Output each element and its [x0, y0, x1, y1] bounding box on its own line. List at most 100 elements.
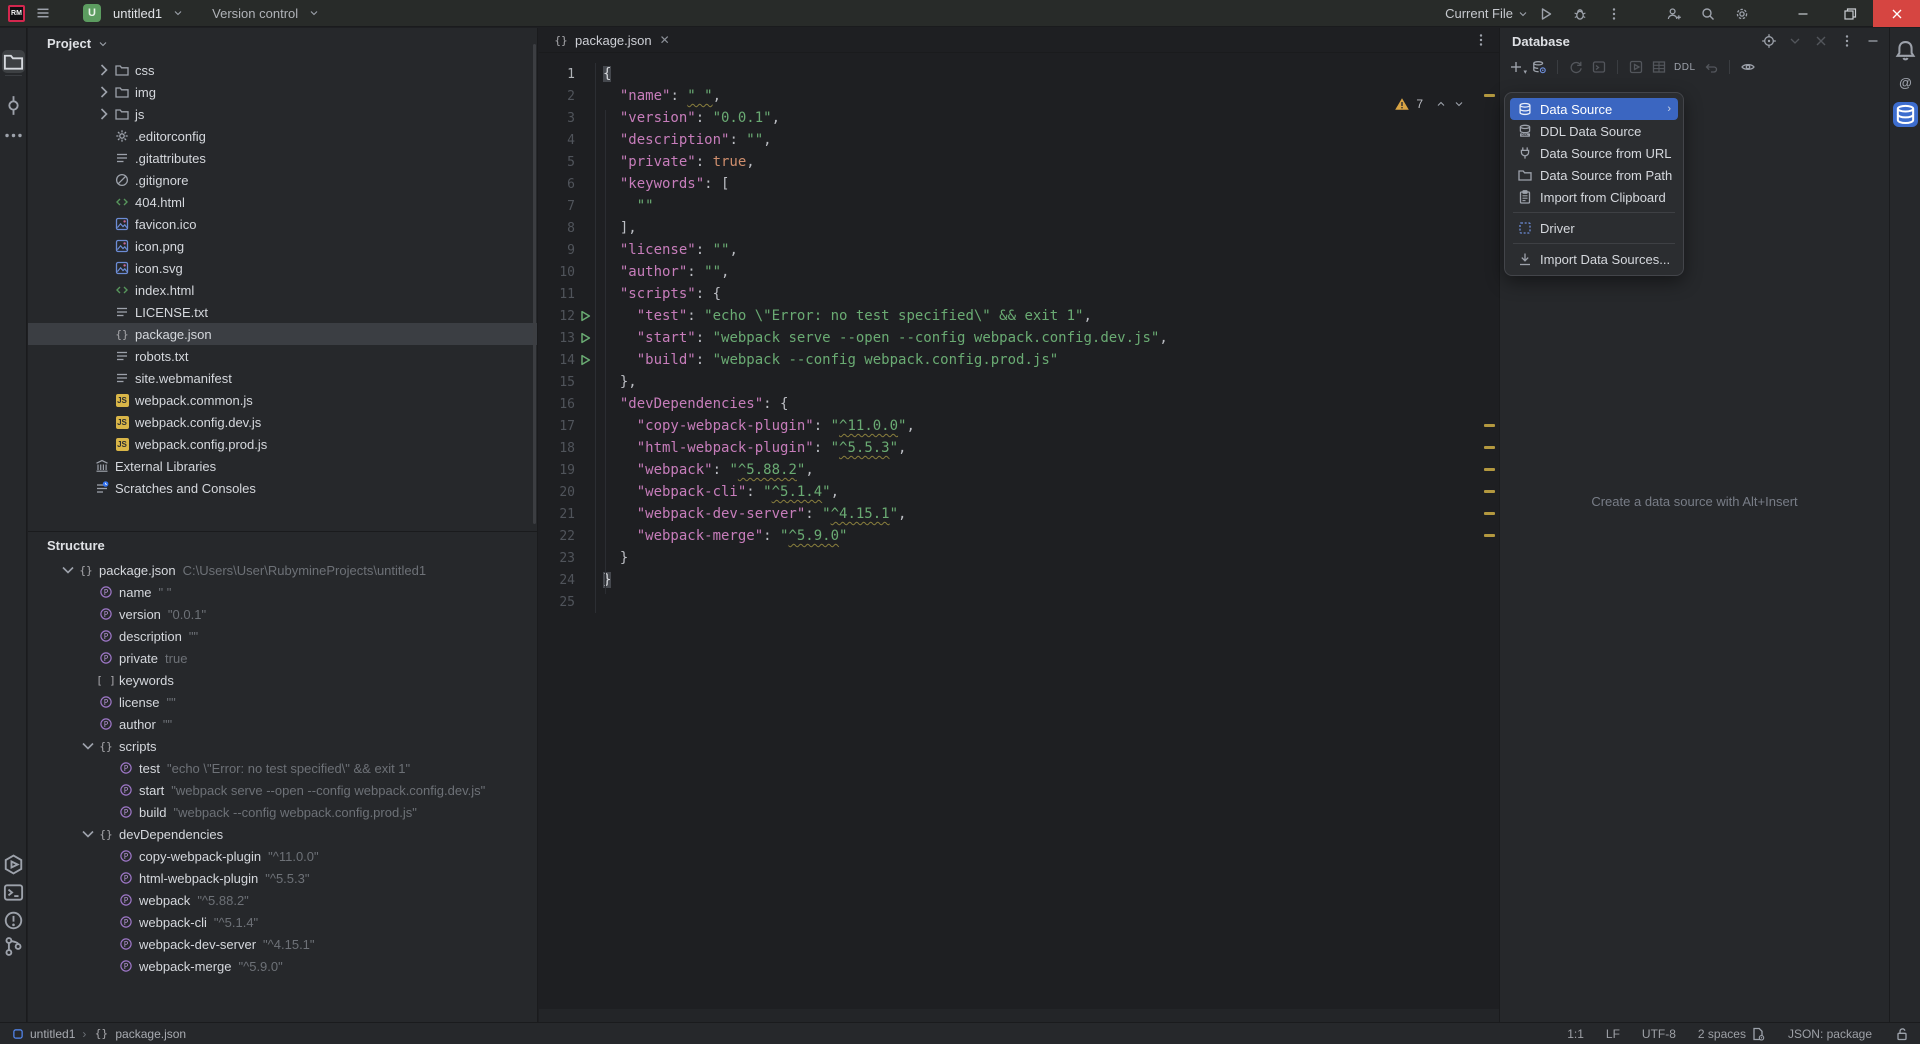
code-line-13[interactable]: 13 "start": "webpack serve --open --conf…: [539, 327, 1499, 349]
status-write-access[interactable]: [1894, 1026, 1910, 1042]
project-toolwindow-button[interactable]: [2, 50, 25, 73]
structure-item-devdependencies[interactable]: {} devDependencies: [28, 823, 537, 845]
code-line-9[interactable]: 9 "license": "",: [539, 239, 1499, 261]
warning-stripe-mark[interactable]: [1484, 534, 1495, 537]
structure-item-webpack-dev-server[interactable]: P webpack-dev-server "^4.15.1": [28, 933, 537, 955]
view-options-button[interactable]: [1740, 59, 1756, 75]
code-line-14[interactable]: 14 "build": "webpack --config webpack.co…: [539, 349, 1499, 371]
menu-item-driver[interactable]: Driver: [1510, 217, 1678, 239]
project-item-icon-png[interactable]: icon.png: [28, 235, 537, 257]
code-line-16[interactable]: 16 "devDependencies": {: [539, 393, 1499, 415]
tab-package-json[interactable]: {} package.json ✕: [539, 28, 680, 53]
status-indent[interactable]: 2 spaces: [1698, 1026, 1766, 1042]
structure-item-keywords[interactable]: [ ] keywords: [28, 669, 537, 691]
revert-button[interactable]: [1703, 59, 1719, 75]
code-line-12[interactable]: 12 "test": "echo \"Error: no test specif…: [539, 305, 1499, 327]
services-toolwindow-button[interactable]: [2, 853, 25, 876]
code-line-22[interactable]: 22 "webpack-merge": "^5.9.0": [539, 525, 1499, 547]
menu-item-data-source-from-url[interactable]: Data Source from URL: [1510, 142, 1678, 164]
menu-item-import-data-sources[interactable]: Import Data Sources...: [1510, 248, 1678, 270]
close-tab-icon[interactable]: ✕: [660, 33, 670, 47]
code-line-1[interactable]: 1 {: [539, 63, 1499, 85]
status-line-separator[interactable]: LF: [1606, 1027, 1620, 1041]
more-toolwindows-button[interactable]: [2, 124, 25, 147]
prev-problem-icon[interactable]: [1435, 98, 1447, 110]
next-problem-icon[interactable]: [1453, 98, 1465, 110]
warning-stripe-mark[interactable]: [1484, 490, 1495, 493]
view-data-button[interactable]: [1651, 59, 1667, 75]
code-line-5[interactable]: 5 "private": true,: [539, 151, 1499, 173]
code-line-21[interactable]: 21 "webpack-dev-server": "^4.15.1",: [539, 503, 1499, 525]
project-item-gitattributes[interactable]: .gitattributes: [28, 147, 537, 169]
menu-item-ddl-data-source[interactable]: DDLDDL Data Source: [1510, 120, 1678, 142]
collapse-button[interactable]: [1813, 33, 1829, 49]
breadcrumb-file[interactable]: {} package.json: [93, 1026, 186, 1042]
code-line-15[interactable]: 15 },: [539, 371, 1499, 393]
structure-item-webpack[interactable]: P webpack "^5.88.2": [28, 889, 537, 911]
project-item-webpack-config-dev-js[interactable]: JS webpack.config.dev.js: [28, 411, 537, 433]
ddl-button[interactable]: DDL: [1674, 62, 1696, 73]
terminal-toolwindow-button[interactable]: [2, 881, 25, 904]
project-item-css[interactable]: css: [28, 59, 537, 81]
new-button[interactable]: ▾: [1508, 59, 1524, 75]
code-line-24[interactable]: 24 }: [539, 569, 1499, 591]
main-menu-icon[interactable]: [35, 5, 51, 21]
hide-button[interactable]: [1865, 33, 1881, 49]
menu-item-data-source[interactable]: Data Source›: [1510, 98, 1678, 120]
project-item-package-json[interactable]: {} package.json: [28, 323, 537, 345]
structure-item-package-json[interactable]: {} package.json C:\Users\User\RubyminePr…: [28, 559, 537, 581]
project-item-license-txt[interactable]: LICENSE.txt: [28, 301, 537, 323]
status-encoding[interactable]: UTF-8: [1642, 1027, 1676, 1041]
structure-item-private[interactable]: P private true: [28, 647, 537, 669]
locate-button[interactable]: [1761, 33, 1777, 49]
expand-button[interactable]: [1787, 33, 1803, 49]
code-line-25[interactable]: 25: [539, 591, 1499, 613]
code-with-me-icon[interactable]: [1666, 6, 1682, 22]
structure-item-license[interactable]: P license "": [28, 691, 537, 713]
project-item-site-webmanifest[interactable]: site.webmanifest: [28, 367, 537, 389]
project-item-robots-txt[interactable]: robots.txt: [28, 345, 537, 367]
structure-item-scripts[interactable]: {} scripts: [28, 735, 537, 757]
structure-item-test[interactable]: P test "echo \"Error: no test specified\…: [28, 757, 537, 779]
code-line-10[interactable]: 10 "author": "",: [539, 261, 1499, 283]
project-item-webpack-common-js[interactable]: JS webpack.common.js: [28, 389, 537, 411]
structure-item-author[interactable]: P author "": [28, 713, 537, 735]
code-line-3[interactable]: 3 "version": "0.0.1",: [539, 107, 1499, 129]
warning-stripe-mark[interactable]: [1484, 468, 1495, 471]
run-sql-button[interactable]: [1628, 59, 1644, 75]
code-line-4[interactable]: 4 "description": "",: [539, 129, 1499, 151]
debug-button[interactable]: [1572, 6, 1588, 22]
warning-stripe-mark[interactable]: [1484, 446, 1495, 449]
structure-item-copy-webpack-plugin[interactable]: P copy-webpack-plugin "^11.0.0": [28, 845, 537, 867]
project-scrollbar[interactable]: [533, 44, 536, 524]
jump-to-console-button[interactable]: [1591, 59, 1607, 75]
structure-item-webpack-cli[interactable]: P webpack-cli "^5.1.4": [28, 911, 537, 933]
breadcrumb-project[interactable]: untitled1: [12, 1027, 75, 1041]
structure-item-version[interactable]: P version "0.0.1": [28, 603, 537, 625]
project-panel-header[interactable]: Project: [28, 28, 537, 59]
notifications-button[interactable]: [1893, 38, 1918, 63]
project-item-gitignore[interactable]: .gitignore: [28, 169, 537, 191]
code-line-7[interactable]: 7 "": [539, 195, 1499, 217]
options-button[interactable]: [1839, 33, 1855, 49]
code-line-6[interactable]: 6 "keywords": [: [539, 173, 1499, 195]
settings-gear-icon[interactable]: [1734, 6, 1750, 22]
code-line-2[interactable]: 2 "name": " ",: [539, 85, 1499, 107]
code-line-11[interactable]: 11 "scripts": {: [539, 283, 1499, 305]
project-item-img[interactable]: img: [28, 81, 537, 103]
commit-toolwindow-button[interactable]: [2, 94, 25, 117]
problems-toolwindow-button[interactable]: [2, 909, 25, 932]
structure-item-build[interactable]: P build "webpack --config webpack.config…: [28, 801, 537, 823]
code-line-20[interactable]: 20 "webpack-cli": "^5.1.4",: [539, 481, 1499, 503]
code-editor[interactable]: 1 { 2 "name": " ", 3 "version": "0.0.1",…: [539, 53, 1499, 1022]
refresh-button[interactable]: [1568, 59, 1584, 75]
data-source-properties-button[interactable]: [1531, 59, 1547, 75]
code-line-19[interactable]: 19 "webpack": "^5.88.2",: [539, 459, 1499, 481]
inspections-widget[interactable]: 7: [1394, 96, 1465, 112]
project-item-editorconfig[interactable]: .editorconfig: [28, 125, 537, 147]
menu-item-import-from-clipboard[interactable]: Import from Clipboard: [1510, 186, 1678, 208]
structure-item-start[interactable]: P start "webpack serve --open --config w…: [28, 779, 537, 801]
project-item-favicon-ico[interactable]: favicon.ico: [28, 213, 537, 235]
project-item-404-html[interactable]: 404.html: [28, 191, 537, 213]
ai-assistant-button[interactable]: @: [1893, 70, 1918, 95]
